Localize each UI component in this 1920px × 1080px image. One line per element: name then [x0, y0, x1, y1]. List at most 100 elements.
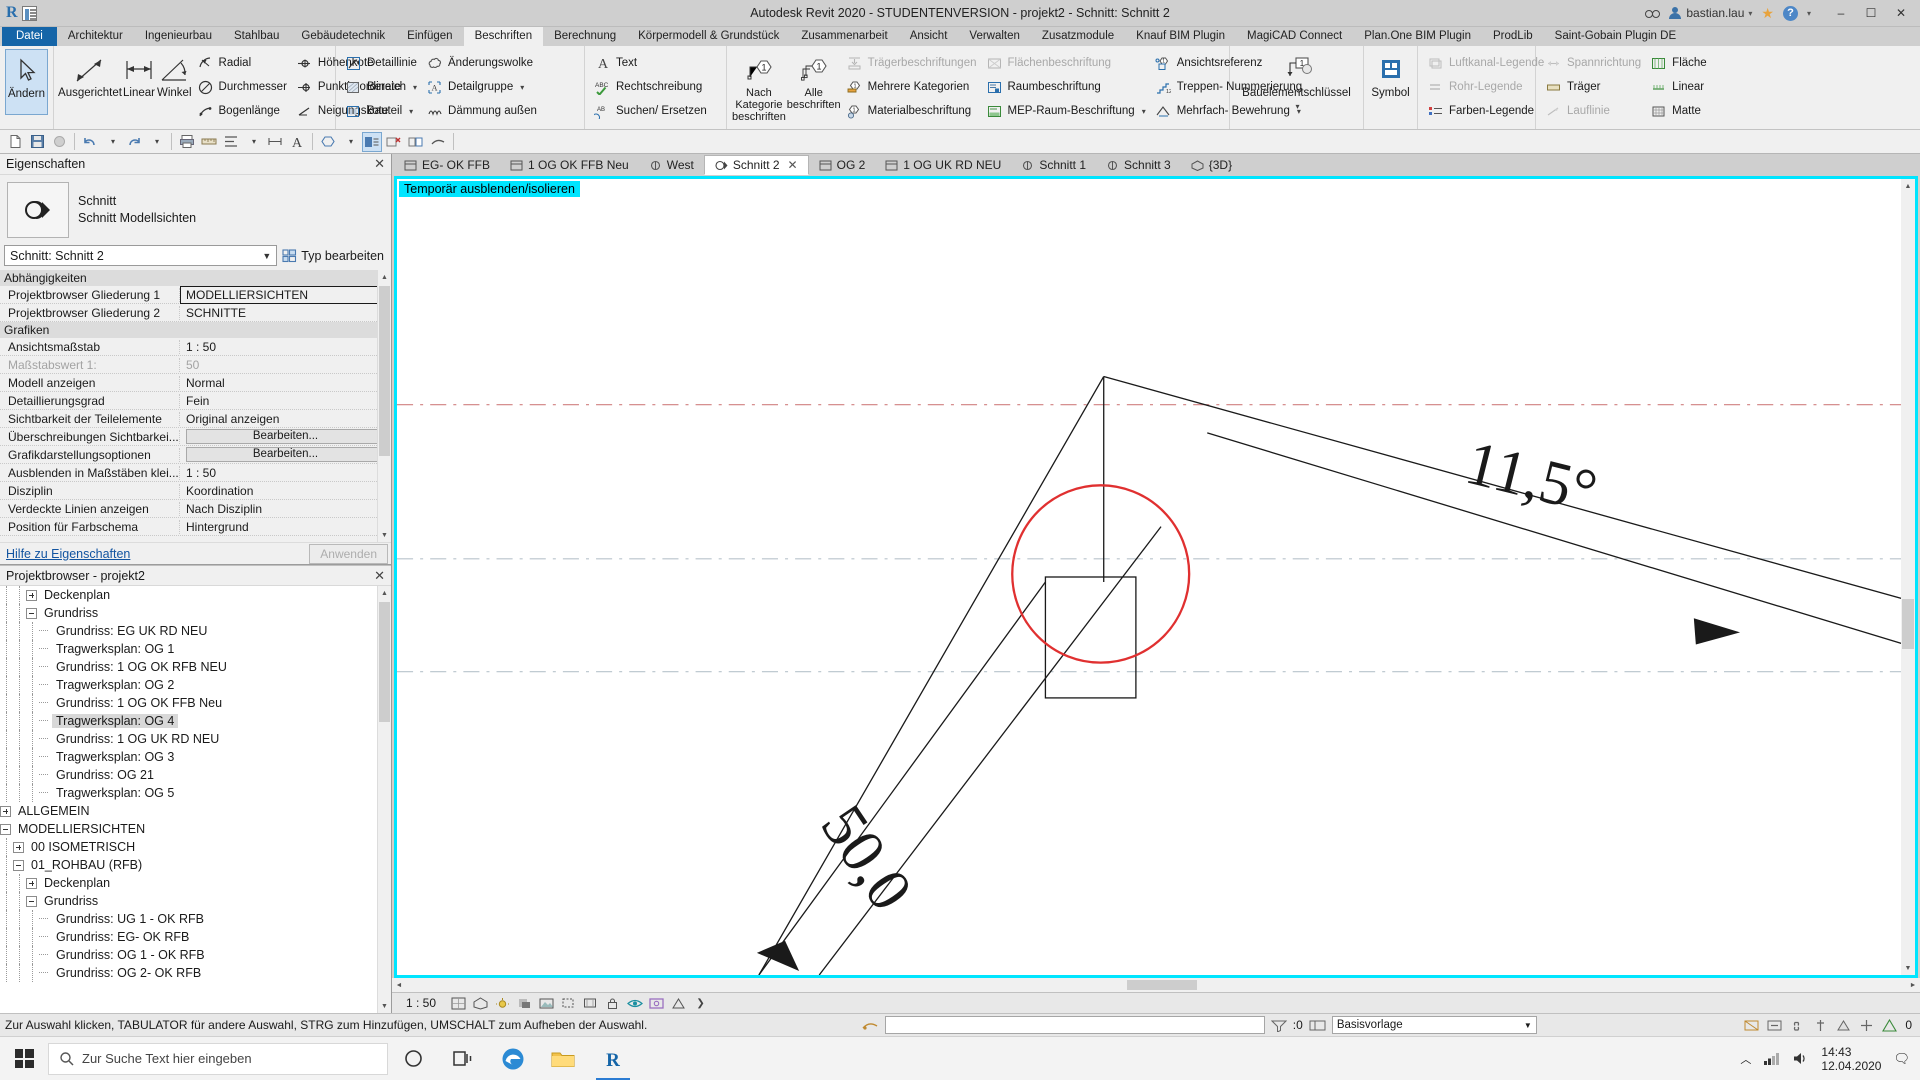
- dimension-radial-item[interactable]: Radial: [193, 51, 291, 75]
- property-row[interactable]: Grafikdarstellungsoptionen Bearbeiten...: [0, 446, 391, 464]
- browser-close-icon[interactable]: ✕: [374, 568, 385, 584]
- ribbon-tab-saint-gobain-plugin-de[interactable]: Saint-Gobain Plugin DE: [1544, 27, 1687, 46]
- spelling-item[interactable]: ABC Rechtschreibung: [590, 75, 711, 99]
- select-by-face-icon[interactable]: [1836, 1019, 1851, 1032]
- binoculars-icon[interactable]: [1645, 6, 1661, 20]
- canvas-horizontal-scrollbar[interactable]: ◄ ►: [392, 978, 1920, 992]
- ribbon-tab-stahlbau[interactable]: Stahlbau: [223, 27, 290, 46]
- multi-category-tag-item[interactable]: 1 Mehrere Kategorien: [842, 75, 981, 99]
- property-row[interactable]: Projektbrowser Gliederung 2 SCHNITTE: [0, 304, 391, 322]
- analytical-model-icon[interactable]: [671, 997, 686, 1010]
- worksets-icon[interactable]: [1309, 1019, 1326, 1032]
- scroll-right-icon[interactable]: ►: [1906, 978, 1920, 992]
- tree-item[interactable]: MODELLIERSICHTEN: [0, 820, 391, 838]
- canvas-vertical-scrollbar[interactable]: ▲ ▼: [1901, 179, 1915, 975]
- minimize-button[interactable]: –: [1826, 0, 1856, 26]
- path-reinf-item[interactable]: Linear: [1646, 75, 1711, 99]
- property-value[interactable]: 1 : 50: [180, 340, 391, 354]
- ribbon-tab-magicad-connect[interactable]: MagiCAD Connect: [1236, 27, 1353, 46]
- print-icon[interactable]: [177, 132, 197, 152]
- star-icon[interactable]: ★: [1761, 6, 1774, 20]
- tree-item[interactable]: Grundriss: UG 1 - OK RFB: [0, 910, 391, 928]
- collapse-icon[interactable]: [13, 859, 24, 871]
- chevron-down-icon[interactable]: ▾: [409, 107, 413, 116]
- temporary-hide-isolate-icon[interactable]: [627, 997, 643, 1010]
- property-value[interactable]: Bearbeiten...: [180, 447, 391, 462]
- property-value[interactable]: 1 : 50: [180, 466, 391, 480]
- chevron-down-icon[interactable]: ▾: [520, 83, 524, 92]
- taskbar-search-input[interactable]: Zur Suche Text hier eingeben: [48, 1042, 388, 1075]
- ribbon-tab-plan-one-bim-plugin[interactable]: Plan.One BIM Plugin: [1353, 27, 1482, 46]
- align-icon[interactable]: [221, 132, 241, 152]
- tree-item[interactable]: Grundriss: EG- OK RFB: [0, 928, 391, 946]
- scroll-down-icon[interactable]: ▼: [378, 528, 391, 542]
- file-explorer-button[interactable]: [538, 1037, 588, 1080]
- edit-type-button[interactable]: Typ bearbeiten: [282, 248, 387, 263]
- properties-close-icon[interactable]: ✕: [374, 156, 385, 172]
- start-button[interactable]: [0, 1037, 48, 1080]
- dimension-aligned-button[interactable]: Ausgerichtet: [58, 49, 122, 99]
- scroll-down-icon[interactable]: ▼: [378, 999, 391, 1013]
- collapse-icon[interactable]: [0, 823, 11, 835]
- tile-windows-icon[interactable]: [406, 132, 426, 152]
- detail-level-icon[interactable]: [451, 997, 466, 1010]
- filled-region-item[interactable]: Bereich ▾: [341, 75, 421, 99]
- property-row[interactable]: Position für Farbschema Hintergrund: [0, 518, 391, 536]
- notification-center-icon[interactable]: 🗨: [1893, 1051, 1910, 1067]
- view-tab-close-icon[interactable]: ✕: [788, 158, 798, 172]
- property-row[interactable]: Verdeckte Linien anzeigen Nach Disziplin: [0, 500, 391, 518]
- tree-item[interactable]: Grundriss: 1 OG UK RD NEU: [0, 730, 391, 748]
- tag-by-category-button[interactable]: 1 Nach Kategorie beschriften: [732, 49, 786, 123]
- collapse-icon[interactable]: [26, 607, 37, 619]
- tree-item[interactable]: Grundriss: OG 2- OK RFB: [0, 964, 391, 982]
- tree-item[interactable]: Grundriss: OG 1 - OK RFB: [0, 946, 391, 964]
- drawing-canvas[interactable]: 11,5° 50,0: [397, 179, 1915, 975]
- taskbar-clock[interactable]: 14:43 12.04.2020: [1821, 1045, 1881, 1073]
- keynote-button[interactable]: 1 Bauelementschlüssel ▾: [1235, 49, 1358, 113]
- browser-scroll-thumb[interactable]: [379, 602, 390, 722]
- scroll-up-icon[interactable]: ▲: [378, 270, 391, 284]
- edge-button[interactable]: [488, 1037, 538, 1080]
- tree-item[interactable]: Tragwerksplan: OG 1: [0, 640, 391, 658]
- tree-item[interactable]: Grundriss: OG 21: [0, 766, 391, 784]
- modify-button[interactable]: Ändern: [5, 49, 48, 115]
- insulation-item[interactable]: Dämmung außen: [422, 99, 541, 123]
- ribbon-tab-knauf-bim-plugin[interactable]: Knauf BIM Plugin: [1125, 27, 1236, 46]
- text-item[interactable]: A Text: [590, 51, 711, 75]
- press-pick-icon[interactable]: [861, 1019, 879, 1032]
- property-value[interactable]: Hintergrund: [180, 520, 391, 534]
- tree-item[interactable]: 01_ROHBAU (RFB): [0, 856, 391, 874]
- warnings-icon[interactable]: [1882, 1018, 1898, 1032]
- room-tag-item[interactable]: Raumbeschriftung: [982, 75, 1150, 99]
- properties-scrollbar[interactable]: ▲ ▼: [377, 270, 391, 542]
- view-tab--3d-[interactable]: {3D}: [1181, 155, 1242, 175]
- redo-icon[interactable]: [124, 132, 144, 152]
- save-icon[interactable]: [27, 132, 47, 152]
- ribbon-tab-architektur[interactable]: Architektur: [57, 27, 134, 46]
- tree-item[interactable]: Tragwerksplan: OG 5: [0, 784, 391, 802]
- view-tab-west[interactable]: West: [639, 155, 704, 175]
- select-pinned-icon[interactable]: [1813, 1019, 1828, 1032]
- close-button[interactable]: ✕: [1886, 0, 1916, 26]
- qat-panel-icon[interactable]: [21, 5, 37, 21]
- collapse-icon[interactable]: [26, 895, 37, 907]
- detail-component-item[interactable]: Bauteil ▾: [341, 99, 421, 123]
- properties-help-link[interactable]: Hilfe zu Eigenschaften: [6, 547, 130, 561]
- property-row[interactable]: Ausblenden in Maßstäben klei... 1 : 50: [0, 464, 391, 482]
- expand-icon[interactable]: [26, 877, 37, 889]
- selection-filter-input[interactable]: [884, 1016, 1265, 1034]
- property-row[interactable]: Ansichtsmaßstab 1 : 50: [0, 338, 391, 356]
- properties-scroll-thumb[interactable]: [379, 286, 390, 456]
- tree-item[interactable]: Grundriss: [0, 604, 391, 622]
- scroll-up-icon[interactable]: ▲: [378, 586, 391, 600]
- dimension-angular-button[interactable]: Winkel: [157, 49, 192, 99]
- fabric-sheet-item[interactable]: Matte: [1646, 99, 1711, 123]
- expand-icon[interactable]: [13, 841, 24, 853]
- property-value[interactable]: MODELLIERSICHTEN: [180, 285, 391, 304]
- type-selector-dropdown[interactable]: Schnitt: Schnitt 2 ▼: [4, 245, 278, 266]
- mep-space-tag-item[interactable]: MEP-Raum-Beschriftung ▾: [982, 99, 1150, 123]
- ribbon-tab-berechnung[interactable]: Berechnung: [543, 27, 627, 46]
- ribbon-tab-beschriften[interactable]: Beschriften: [463, 27, 544, 46]
- canvas-vscroll-thumb[interactable]: [1902, 599, 1914, 649]
- property-value[interactable]: 50: [180, 358, 391, 372]
